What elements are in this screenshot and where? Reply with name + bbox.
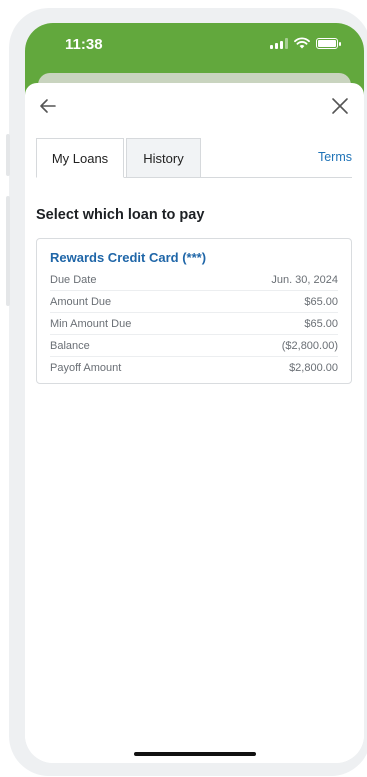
status-time: 11:38 xyxy=(65,36,103,53)
signal-icon xyxy=(270,37,288,49)
loan-row-label: Amount Due xyxy=(50,295,112,308)
loan-row-value: $2,800.00 xyxy=(289,362,338,374)
loan-tabs: My Loans History Terms xyxy=(36,138,352,178)
home-indicator[interactable] xyxy=(134,752,256,756)
loan-row-amount-due: Amount Due $65.00 xyxy=(50,291,338,313)
loan-row-due-date: Due Date Jun. 30, 2024 xyxy=(50,269,338,291)
tab-history[interactable]: History xyxy=(126,138,201,178)
device-side-button xyxy=(6,196,10,306)
loan-card[interactable]: Rewards Credit Card (***) Due Date Jun. … xyxy=(36,238,352,384)
loan-row-label: Payoff Amount xyxy=(50,362,122,374)
loan-row-value: $65.00 xyxy=(304,295,338,308)
wifi-icon xyxy=(294,37,310,49)
tab-my-loans[interactable]: My Loans xyxy=(36,138,124,178)
terms-link[interactable]: Terms xyxy=(318,150,352,164)
loan-row-value: ($2,800.00) xyxy=(281,339,338,352)
loan-row-label: Due Date xyxy=(50,273,97,286)
loan-name: Rewards Credit Card (***) xyxy=(50,250,207,265)
loan-row-value: $65.00 xyxy=(304,317,338,330)
arrow-left-icon[interactable] xyxy=(38,96,58,116)
modal-sheet: My Loans History Terms Select which loan… xyxy=(25,83,364,763)
close-icon[interactable] xyxy=(330,96,350,116)
battery-icon xyxy=(316,37,341,49)
device-side-button xyxy=(6,134,10,176)
status-icons xyxy=(270,37,341,49)
loan-row-balance: Balance ($2,800.00) xyxy=(50,335,338,357)
loan-row-label: Balance xyxy=(50,339,90,352)
loan-row-min-amount-due: Min Amount Due $65.00 xyxy=(50,313,338,335)
loan-details: Due Date Jun. 30, 2024 Amount Due $65.00… xyxy=(50,269,338,379)
section-title: Select which loan to pay xyxy=(36,207,205,223)
loan-row-value: Jun. 30, 2024 xyxy=(271,273,338,286)
phone-screen: 11:38 My Loans History Terms Select whic… xyxy=(25,23,364,763)
loan-row-payoff-amount: Payoff Amount $2,800.00 xyxy=(50,357,338,379)
loan-row-label: Min Amount Due xyxy=(50,317,132,330)
